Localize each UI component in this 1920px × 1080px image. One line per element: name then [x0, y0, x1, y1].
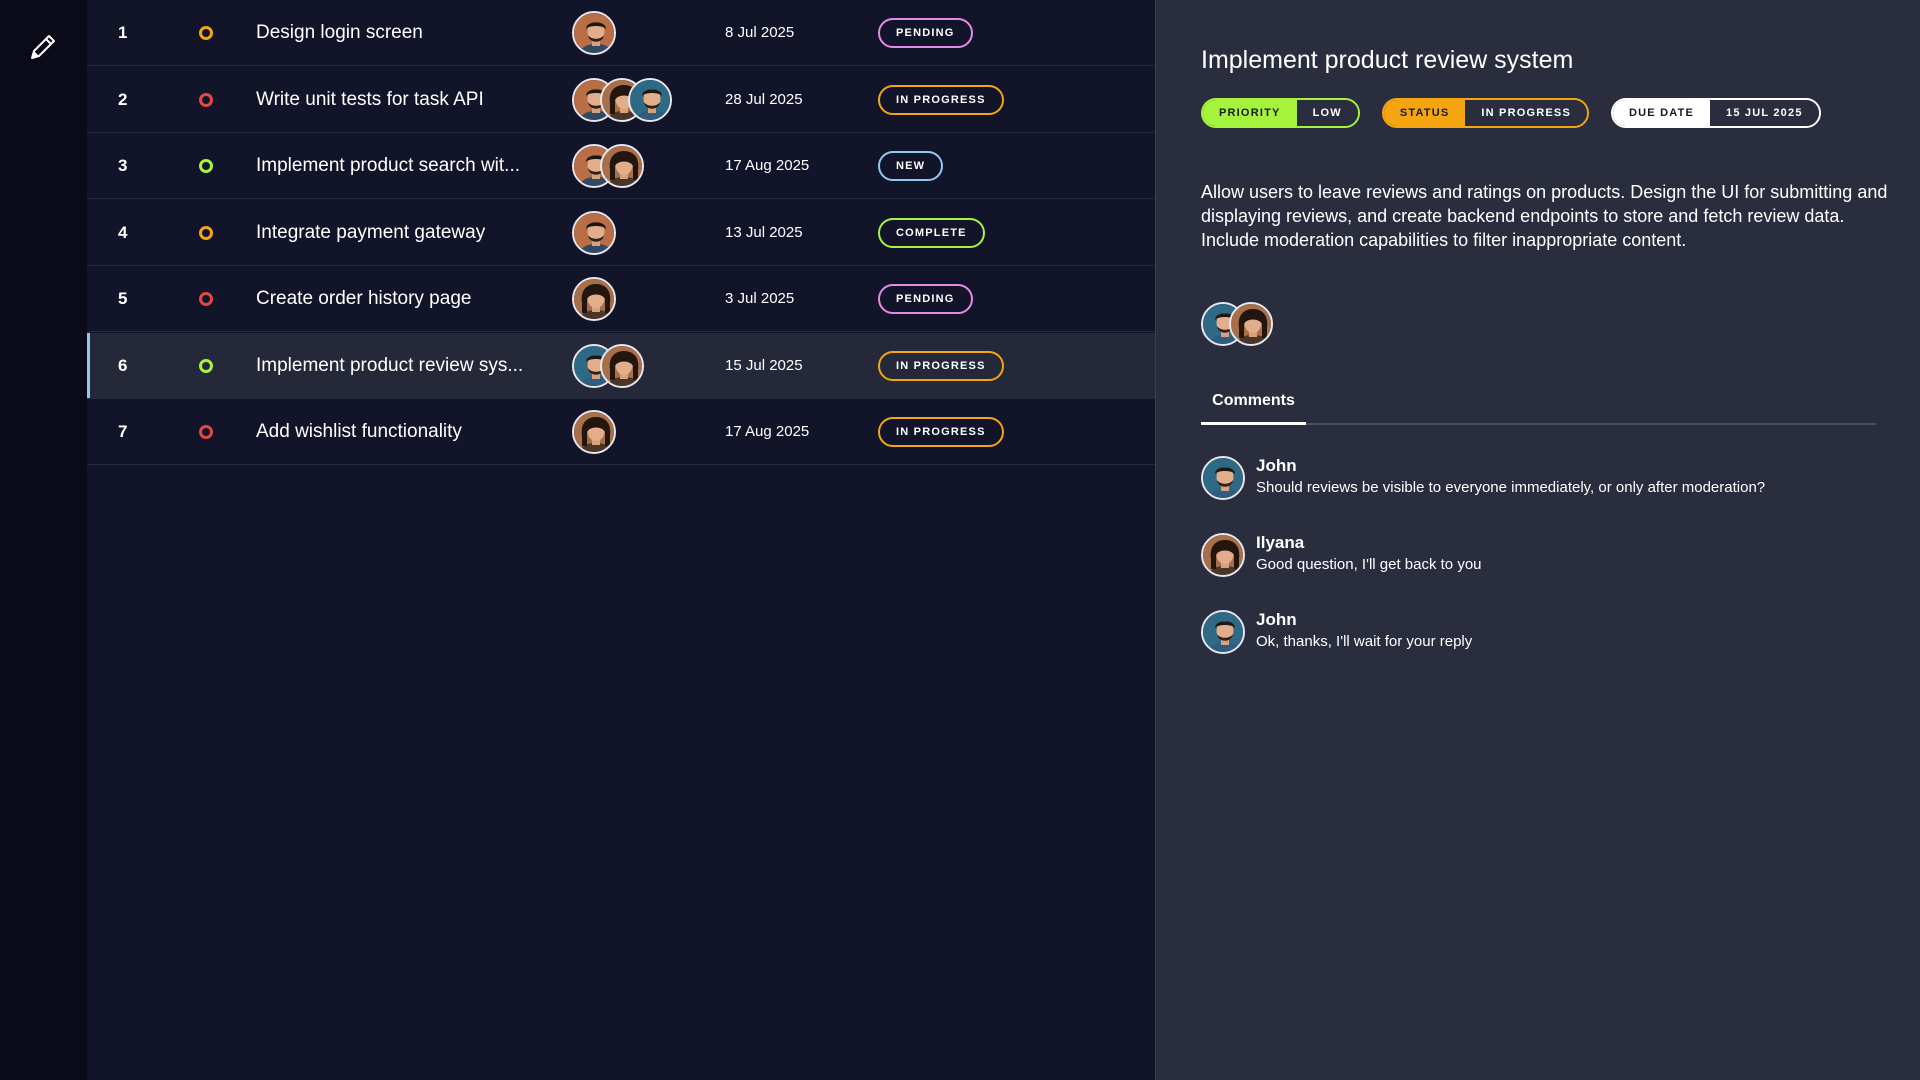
- sidebar: [0, 0, 87, 1080]
- task-title: Write unit tests for task API: [256, 88, 484, 110]
- task-number: 5: [118, 289, 128, 308]
- avatar: [572, 210, 616, 255]
- task-detail-title: Implement product review system: [1201, 46, 1574, 74]
- priority-indicator-icon: [199, 159, 213, 173]
- status-label: STATUS: [1383, 100, 1466, 126]
- task-assignees: [572, 277, 616, 321]
- task-row[interactable]: 6 Implement product review sys... 15 Jul 2…: [87, 332, 1155, 399]
- status-badge: PENDING: [878, 284, 973, 314]
- task-due-date: 28 Jul 2025: [725, 90, 803, 108]
- task-due-date: 15 Jul 2025: [725, 356, 803, 374]
- due-date-value: 15 JUL 2025: [1710, 100, 1819, 126]
- task-title: Design login screen: [256, 22, 423, 43]
- comment-text: Should reviews be visible to everyone im…: [1256, 479, 1766, 496]
- task-due-date: 13 Jul 2025: [725, 223, 803, 241]
- status-badge: IN PROGRESS: [878, 84, 1004, 115]
- task-assignees: [572, 77, 672, 122]
- priority-pill[interactable]: PRIORITY LOW: [1201, 98, 1360, 128]
- task-due-date: 17 Aug 2025: [725, 157, 810, 174]
- avatar: [572, 410, 616, 454]
- avatar: [572, 277, 616, 321]
- status-pill[interactable]: STATUS IN PROGRESS: [1381, 98, 1590, 128]
- assignee-avatars[interactable]: [1201, 302, 1273, 346]
- priority-indicator-icon: [199, 425, 213, 439]
- edit-button[interactable]: [26, 30, 60, 64]
- task-row[interactable]: 3 Implement product search wit... 17 Aug 2…: [87, 133, 1155, 199]
- status-badge: IN PROGRESS: [878, 417, 1004, 447]
- task-row[interactable]: 5 Create order history page 3 Jul 2025 PEND…: [87, 266, 1155, 332]
- comment-author: John: [1256, 456, 1297, 475]
- task-row[interactable]: 1 Design login screen 8 Jul 2025 PENDING: [87, 0, 1155, 66]
- detail-tabs: Comments: [1201, 384, 1876, 425]
- status-badge: COMPLETE: [878, 217, 985, 248]
- task-row[interactable]: 7 Add wishlist functionality 17 Aug 2025 IN…: [87, 399, 1155, 465]
- comment-text: Ok, thanks, I'll wait for your reply: [1256, 633, 1473, 650]
- task-row[interactable]: 4 Integrate payment gateway 13 Jul 2025 COM…: [87, 200, 1155, 266]
- task-number: 3: [118, 156, 128, 175]
- task-due-date: 8 Jul 2025: [725, 24, 795, 41]
- status-value: IN PROGRESS: [1465, 100, 1588, 126]
- task-detail-panel: Implement product review system PRIORITY…: [1155, 0, 1920, 1080]
- status-badge: NEW: [878, 151, 944, 181]
- priority-indicator-icon: [199, 26, 213, 40]
- task-assignees: [572, 410, 616, 454]
- task-meta-pills: PRIORITY LOW STATUS IN PROGRESS DUE DATE…: [1201, 98, 1821, 128]
- task-assignees: [572, 210, 616, 255]
- task-title: Create order history page: [256, 288, 472, 309]
- task-number: 7: [118, 422, 128, 441]
- avatar: [1229, 302, 1273, 346]
- avatar: [572, 11, 616, 55]
- status-badge: IN PROGRESS: [878, 350, 1004, 381]
- task-number: 1: [118, 23, 128, 42]
- task-number: 2: [118, 89, 128, 109]
- avatar: [1201, 533, 1245, 577]
- task-assignees: [572, 343, 644, 388]
- comment-text: Good question, I'll get back to you: [1256, 556, 1482, 573]
- comment-author: John: [1256, 610, 1297, 629]
- status-badge: PENDING: [878, 18, 973, 48]
- task-row[interactable]: 2 Write unit tests for task API 28 Jul 202…: [87, 67, 1155, 133]
- task-title: Integrate payment gateway: [256, 221, 486, 243]
- task-number: 4: [118, 222, 128, 242]
- priority-indicator-icon: [199, 92, 213, 107]
- priority-indicator-icon: [199, 358, 213, 373]
- due-date-pill[interactable]: DUE DATE 15 JUL 2025: [1611, 98, 1821, 128]
- task-assignees: [572, 11, 616, 55]
- task-description: Allow users to leave reviews and ratings…: [1201, 182, 1888, 250]
- task-assignees: [572, 144, 644, 188]
- avatar: [628, 77, 672, 122]
- task-due-date: 17 Aug 2025: [725, 423, 810, 440]
- avatar: [1201, 456, 1245, 500]
- task-list: 1 Design login screen 8 Jul 2025 PENDING 2 Wr…: [87, 0, 1155, 1080]
- due-date-label: DUE DATE: [1613, 100, 1711, 126]
- pencil-icon: [31, 35, 55, 59]
- priority-indicator-icon: [199, 225, 213, 240]
- avatar: [600, 144, 644, 188]
- task-title: Implement product search wit...: [256, 155, 520, 176]
- avatar: [600, 343, 644, 388]
- task-title: Implement product review sys...: [256, 354, 524, 376]
- task-due-date: 3 Jul 2025: [725, 290, 795, 307]
- priority-indicator-icon: [199, 292, 213, 306]
- priority-label: PRIORITY: [1203, 100, 1297, 126]
- priority-value: LOW: [1296, 100, 1358, 126]
- task-number: 6: [118, 355, 128, 375]
- task-title: Add wishlist functionality: [256, 421, 462, 442]
- tab-comments[interactable]: Comments: [1201, 384, 1306, 425]
- comment-author: Ilyana: [1256, 533, 1305, 552]
- avatar: [1201, 610, 1245, 654]
